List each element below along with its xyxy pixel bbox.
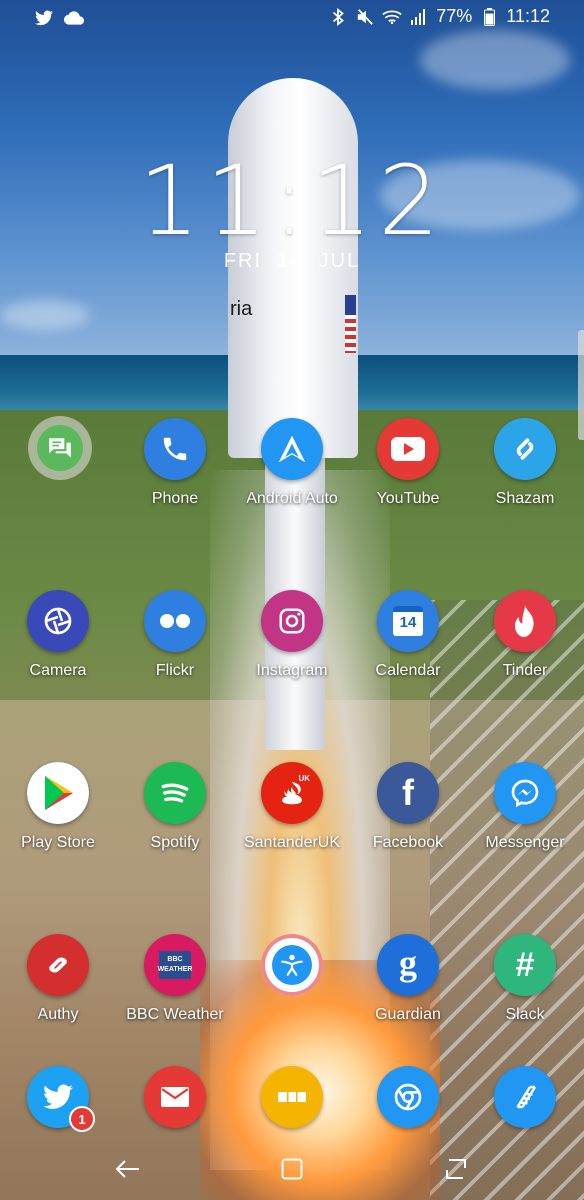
wifi-icon — [382, 7, 402, 27]
app-spotify[interactable]: Spotify — [117, 762, 233, 852]
dock-email[interactable] — [117, 1066, 233, 1128]
app-label: Spotify — [150, 834, 200, 851]
app-youtube[interactable]: YouTube — [350, 418, 466, 508]
date-widget[interactable]: FRI 14 JUL — [0, 250, 584, 273]
santander-icon-uk: UK — [298, 774, 310, 783]
app-label: Phone — [151, 490, 199, 507]
app-label: BBC Weather — [126, 1006, 224, 1023]
bluetooth-icon — [328, 7, 348, 27]
spotify-icon — [144, 762, 206, 824]
back-icon[interactable] — [108, 1154, 148, 1184]
app-santander[interactable]: UK SantanderUK — [234, 762, 350, 852]
clock-widget[interactable]: 11:12 — [0, 145, 584, 257]
app-drawer-icon — [261, 1066, 323, 1128]
app-label: Slack — [505, 1006, 545, 1023]
bbc-weather-logo: BBC WEATHER — [158, 951, 192, 979]
flickr-icon — [144, 590, 206, 652]
home-icon[interactable] — [272, 1154, 312, 1184]
ribbon-icon — [494, 1066, 556, 1128]
date-number: 14 — [277, 250, 304, 272]
message-bubble-icon — [37, 425, 83, 471]
mail-icon — [144, 1066, 206, 1128]
app-label: Shazam — [495, 490, 555, 507]
rocket-lettering: ria — [230, 298, 253, 320]
app-shazam[interactable]: Shazam — [467, 418, 583, 508]
fitness-figure-icon — [261, 934, 323, 996]
app-camera[interactable]: Camera — [0, 590, 116, 680]
instagram-icon — [261, 590, 323, 652]
app-label: SantanderUK — [243, 834, 341, 851]
app-label: Instagram — [256, 662, 328, 679]
app-phone[interactable]: Phone — [117, 418, 233, 508]
app-label: Authy — [37, 1006, 79, 1023]
app-slack[interactable]: # Slack — [467, 934, 583, 1024]
youtube-icon — [377, 418, 439, 480]
camera-aperture-icon — [27, 590, 89, 652]
date-month: JUL — [318, 250, 361, 272]
flame-icon — [494, 590, 556, 652]
twitter-icon: 1 — [27, 1066, 95, 1132]
battery-icon — [479, 7, 499, 27]
cloud — [0, 300, 90, 330]
app-tinder[interactable]: Tinder — [467, 590, 583, 680]
app-label: Calendar — [375, 662, 441, 679]
app-label: Facebook — [372, 834, 444, 851]
chrome-icon — [377, 1066, 439, 1128]
app-facebook[interactable]: f Facebook — [350, 762, 466, 852]
guardian-icon: g — [377, 934, 439, 996]
app-label: Play Store — [21, 834, 95, 851]
app-label: Android Auto — [246, 490, 338, 507]
recents-icon[interactable] — [436, 1154, 476, 1184]
app-calendar[interactable]: 14 Calendar — [350, 590, 466, 680]
slack-hash: # — [515, 945, 535, 984]
mute-icon — [355, 7, 375, 27]
dock-pinned-app[interactable] — [467, 1066, 583, 1128]
app-fitness[interactable] — [234, 934, 350, 1006]
cloud — [420, 30, 570, 90]
facebook-icon: f — [377, 762, 439, 824]
signal-icon — [409, 7, 429, 27]
app-label: YouTube — [376, 490, 440, 507]
notification-badge: 1 — [69, 1106, 95, 1132]
messenger-icon — [494, 762, 556, 824]
battery-percent: 77% — [436, 6, 473, 26]
app-label: Flickr — [155, 662, 195, 679]
app-authy[interactable]: Authy — [0, 934, 116, 1024]
app-label: Guardian — [375, 1006, 441, 1023]
android-auto-icon — [261, 418, 323, 480]
santander-icon: UK — [261, 762, 323, 824]
navigation-bar — [0, 1140, 584, 1200]
cloud-icon — [64, 8, 84, 28]
messages-shortcut[interactable] — [28, 416, 92, 480]
app-bbc-weather[interactable]: BBC WEATHER BBC Weather — [117, 934, 233, 1024]
app-guardian[interactable]: g Guardian — [350, 934, 466, 1024]
app-label: Messenger — [485, 834, 565, 851]
twitter-icon — [34, 8, 54, 28]
dock-twitter[interactable]: 1 — [0, 1066, 116, 1132]
phone-icon — [144, 418, 206, 480]
authy-icon — [27, 934, 89, 996]
date-day: FRI — [223, 250, 263, 272]
app-label: Camera — [29, 662, 87, 679]
app-label: Tinder — [502, 662, 548, 679]
calendar-icon: 14 — [377, 590, 439, 652]
slack-icon: # — [494, 934, 556, 996]
dock-chrome[interactable] — [350, 1066, 466, 1128]
app-flickr[interactable]: Flickr — [117, 590, 233, 680]
app-play-store[interactable]: Play Store — [0, 762, 116, 852]
bbc-weather-icon: BBC WEATHER — [144, 934, 206, 996]
calendar-icon-date: 14 — [399, 614, 417, 631]
dock-app-drawer[interactable] — [234, 1066, 350, 1128]
status-time: 11:12 — [506, 6, 550, 26]
shazam-icon — [494, 418, 556, 480]
app-android-auto[interactable]: Android Auto — [234, 418, 350, 508]
app-instagram[interactable]: Instagram — [234, 590, 350, 680]
facebook-letter: f — [402, 772, 414, 813]
guardian-letter: g — [399, 943, 417, 983]
status-bar: 77% 11:12 — [0, 0, 584, 36]
play-store-icon — [27, 762, 89, 824]
flag — [345, 295, 356, 353]
app-messenger[interactable]: Messenger — [467, 762, 583, 852]
